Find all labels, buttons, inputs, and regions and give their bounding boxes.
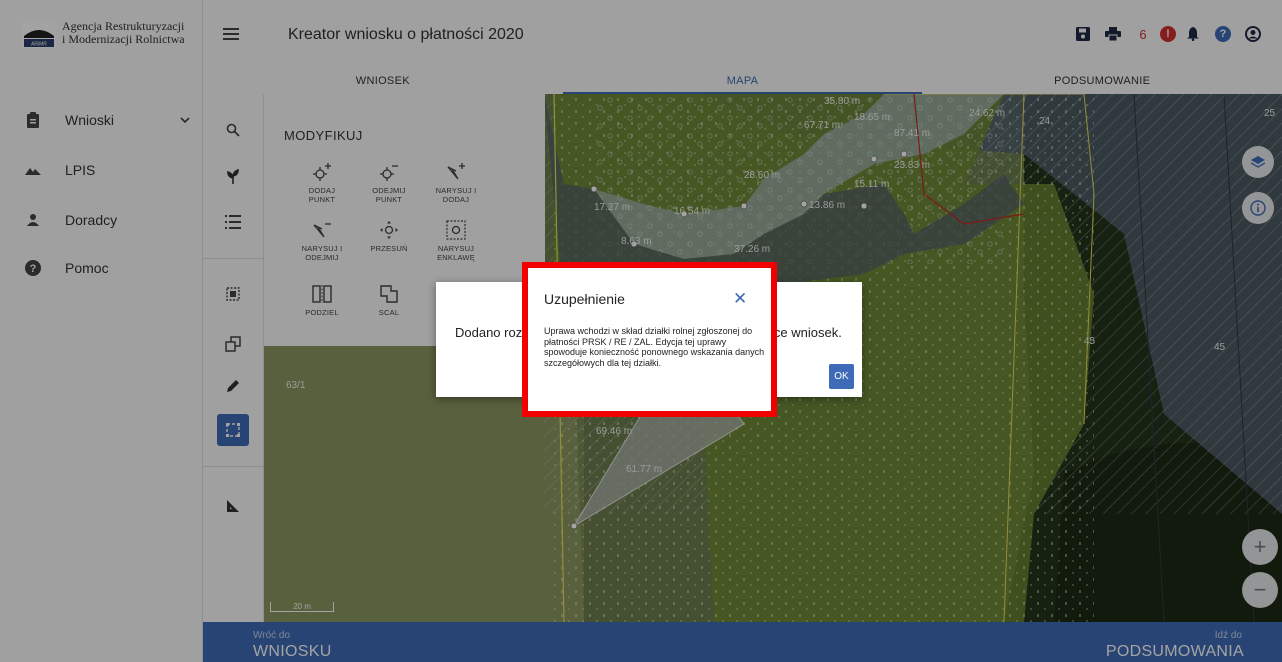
dialog-title: Uzupełnienie xyxy=(544,291,625,307)
dialog-body: Uprawa wchodzi w skład działki rolnej zg… xyxy=(544,326,765,368)
ok-button[interactable]: OK xyxy=(829,364,854,389)
info-dialog-text-start: Dodano rozb xyxy=(455,325,530,340)
completion-dialog: Uzupełnienie ✕ Uprawa wchodzi w skład dz… xyxy=(522,262,777,417)
info-dialog-text-end: ice wniosek. xyxy=(771,325,842,340)
close-icon[interactable]: ✕ xyxy=(733,290,747,307)
info-dialog-text: Dodano rozb ice wniosek. xyxy=(455,325,842,340)
